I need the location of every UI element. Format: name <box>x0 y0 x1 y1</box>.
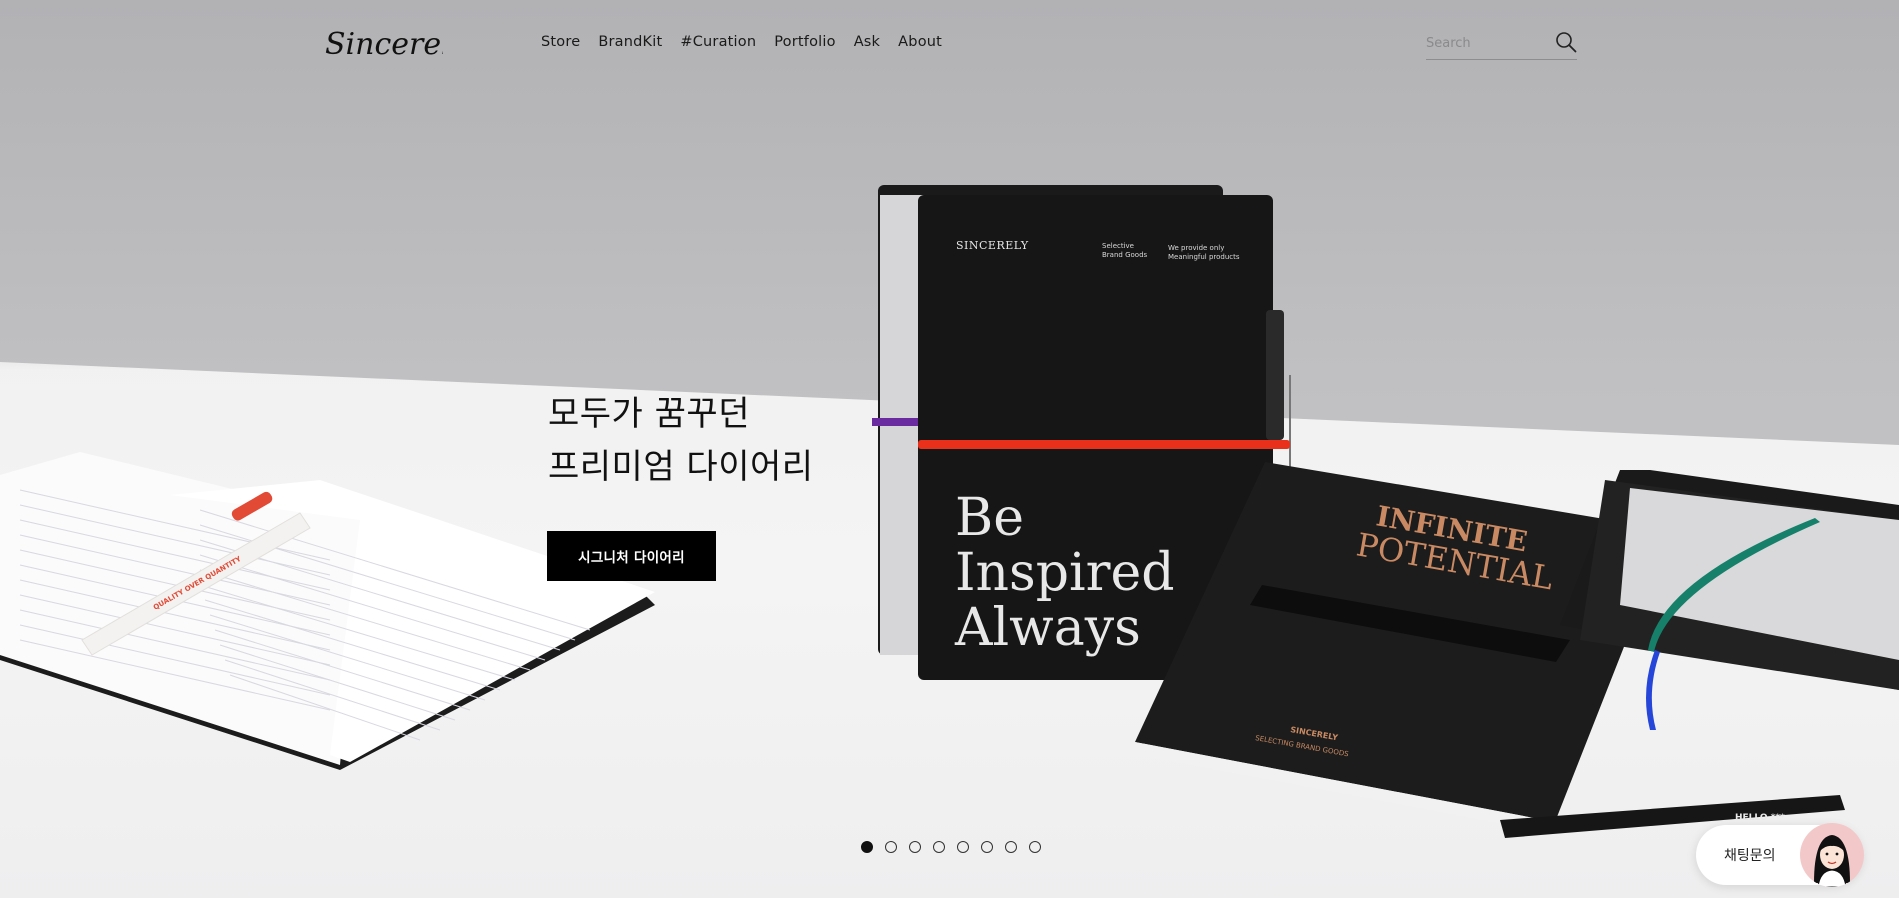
search-input[interactable] <box>1426 32 1546 54</box>
slider-dot-8[interactable] <box>1029 841 1041 853</box>
search-icon[interactable] <box>1555 31 1577 53</box>
slider-dot-6[interactable] <box>981 841 993 853</box>
slider-dot-4[interactable] <box>933 841 945 853</box>
signature-diary-button[interactable]: 시그니처 다이어리 <box>547 531 716 581</box>
hero-line-2: 프리미엄 다이어리 <box>548 447 814 487</box>
slider-pagination <box>861 841 1053 853</box>
chat-avatar <box>1800 823 1864 887</box>
main-nav: Store BrandKit #Curation Portfolio Ask A… <box>541 34 960 50</box>
slider-dot-5[interactable] <box>957 841 969 853</box>
chat-inquiry-button[interactable]: 채팅문의 <box>1696 823 1864 887</box>
nav-portfolio[interactable]: Portfolio <box>774 34 835 50</box>
chat-label: 채팅문의 <box>1724 848 1776 864</box>
nav-curation[interactable]: #Curation <box>680 34 756 50</box>
nav-store[interactable]: Store <box>541 34 580 50</box>
site-header: Sincerely. Store BrandKit #Curation Port… <box>0 0 1899 86</box>
logo[interactable]: Sincerely. <box>323 12 443 74</box>
chat-avatar-icon <box>1814 835 1850 887</box>
svg-text:Sincerely.: Sincerely. <box>325 27 443 62</box>
slider-dot-2[interactable] <box>885 841 897 853</box>
hero-background <box>0 0 1899 898</box>
hero-line-1: 모두가 꿈꾸던 <box>548 394 750 434</box>
slider-dot-3[interactable] <box>909 841 921 853</box>
slider-dot-1[interactable] <box>861 841 873 853</box>
hero-headline: 모두가 꿈꾸던 프리미엄 다이어리 <box>548 388 814 494</box>
nav-brandkit[interactable]: BrandKit <box>598 34 662 50</box>
slider-dot-7[interactable] <box>1005 841 1017 853</box>
table-surface <box>0 362 1899 898</box>
nav-ask[interactable]: Ask <box>854 34 880 50</box>
search-box <box>1426 28 1577 60</box>
nav-about[interactable]: About <box>898 34 942 50</box>
